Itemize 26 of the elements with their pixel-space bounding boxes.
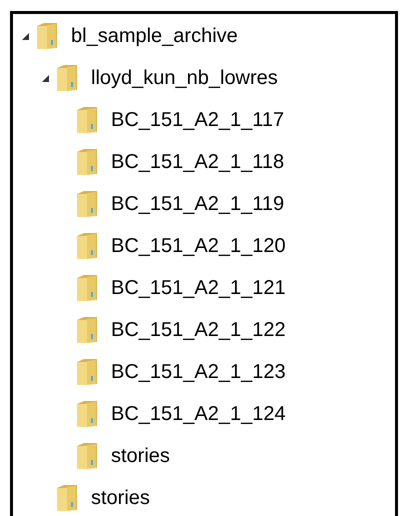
folder-icon — [55, 63, 79, 93]
tree-item-label[interactable]: bl_sample_archive — [71, 21, 238, 51]
folder-icon — [75, 315, 99, 345]
tree-item-label[interactable]: lloyd_kun_nb_lowres — [91, 63, 278, 93]
folder-icon — [75, 189, 99, 219]
tree-item-label[interactable]: BC_151_A2_1_120 — [111, 231, 286, 261]
tree-item-label[interactable]: BC_151_A2_1_124 — [111, 399, 286, 429]
tree-item-label[interactable]: stories — [91, 483, 150, 513]
tree-item-label[interactable]: BC_151_A2_1_117 — [111, 105, 284, 135]
tree-item-label[interactable]: BC_151_A2_1_119 — [111, 189, 284, 219]
expanded-triangle-icon[interactable] — [20, 32, 30, 40]
folder-icon — [75, 399, 99, 429]
expanded-triangle-icon[interactable] — [40, 74, 50, 82]
folder-icon — [75, 147, 99, 177]
folder-icon — [35, 21, 59, 51]
folder-icon — [75, 441, 99, 471]
folder-icon — [75, 105, 99, 135]
tree-item-label[interactable]: BC_151_A2_1_118 — [111, 147, 284, 177]
tree-item-label[interactable]: BC_151_A2_1_123 — [111, 357, 286, 387]
tree-item-label[interactable]: BC_151_A2_1_122 — [111, 315, 286, 345]
folder-icon — [75, 273, 99, 303]
folder-icon — [75, 357, 99, 387]
folder-icon — [75, 231, 99, 261]
tree-item-label[interactable]: BC_151_A2_1_121 — [111, 273, 286, 303]
tree-item-label[interactable]: stories — [111, 441, 170, 471]
folder-icon — [55, 483, 79, 513]
